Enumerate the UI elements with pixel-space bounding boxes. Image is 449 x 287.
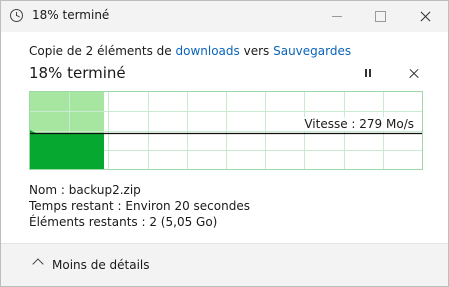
maximize-icon [375,11,386,22]
items-label: Éléments restants : [29,215,146,229]
maximize-button[interactable] [358,1,404,32]
less-details-button[interactable]: Moins de détails [52,258,150,272]
copy-middle: vers [239,44,274,58]
detail-name-row: Nom : backup2.zip [29,182,250,198]
detail-items-row: Éléments restants : 2 (5,05 Go) [29,214,250,230]
name-value: backup2.zip [68,183,141,197]
destination-link[interactable]: Sauvegardes [273,44,351,58]
details-panel: Nom : backup2.zip Temps restant : Enviro… [29,182,250,230]
window-title: 18% terminé [32,8,110,22]
minimize-icon [332,16,342,17]
speed-area [30,130,104,169]
clock-icon [10,9,23,22]
footer-bar: Moins de détails [1,243,448,286]
pause-button[interactable] [359,65,377,83]
transfer-speed-graph: Vitesse : 279 Mo/s [29,91,423,170]
copy-progress-dialog: 18% terminé Copie de 2 éléments de downl… [0,0,449,287]
pause-icon [365,69,367,77]
detail-time-row: Temps restant : Environ 20 secondes [29,198,250,214]
source-link[interactable]: downloads [176,44,240,58]
time-label: Temps restant : [29,199,122,213]
chevron-up-icon[interactable] [32,258,44,270]
items-value: 2 (5,05 Go) [149,215,218,229]
title-bar[interactable]: 18% terminé [1,1,448,32]
minimize-button[interactable] [314,1,360,32]
name-label: Nom : [29,183,65,197]
progress-title: 18% terminé [29,64,126,82]
speed-label: Vitesse : 279 Mo/s [303,117,415,131]
copy-prefix: Copie de 2 éléments de [29,44,176,58]
time-value: Environ 20 secondes [125,199,250,213]
close-button[interactable] [402,1,448,32]
copy-description: Copie de 2 éléments de downloads vers Sa… [29,44,351,58]
cancel-button[interactable] [405,65,423,83]
